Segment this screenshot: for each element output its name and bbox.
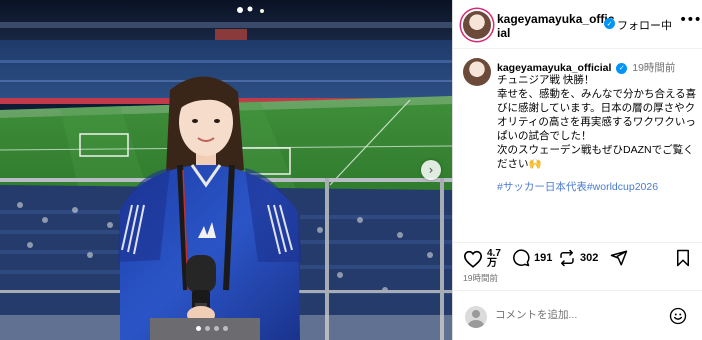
post-side-panel: kageyamayuka_official ✓ フォロー中 ••• kageya… (452, 0, 702, 340)
carousel-dot (196, 326, 201, 331)
comment-count[interactable]: 191 (534, 252, 552, 264)
share-button[interactable] (610, 249, 628, 267)
chevron-right-icon: › (428, 163, 434, 177)
follow-status-button[interactable]: フォロー中 (617, 17, 672, 33)
carousel-next-button[interactable]: › (421, 160, 441, 180)
hashtag-text[interactable]: #サッカー日本代表#worldcup2026 (497, 181, 658, 193)
heart-icon (463, 250, 483, 268)
repost-count[interactable]: 302 (580, 252, 598, 264)
like-button[interactable]: 4.7 万 (463, 249, 501, 269)
header-username[interactable]: kageyamayuka_official (497, 12, 617, 40)
post-photo[interactable]: › (0, 0, 452, 340)
carousel-dot (214, 326, 219, 331)
hashtag-links[interactable]: #サッカー日本代表#worldcup2026 (497, 179, 658, 194)
save-button[interactable] (675, 249, 691, 267)
carousel-dot (223, 326, 228, 331)
caption-text: チュニジア戦 快勝！ 幸せを、感動を、みんなで分かち合える喜びに感謝しています。… (497, 74, 697, 170)
like-count[interactable]: 4.7 万 (487, 249, 501, 269)
avatar[interactable] (463, 58, 491, 86)
verified-badge-icon: ✓ (604, 18, 615, 29)
comment-composer (453, 290, 702, 340)
comment-button[interactable]: 191 (512, 249, 552, 267)
send-icon (610, 250, 628, 266)
comment-input[interactable] (495, 309, 655, 321)
repost-button[interactable]: 302 (558, 249, 598, 267)
bookmark-icon (677, 249, 689, 267)
post-timestamp: 19時間前 (463, 273, 498, 283)
stadium-photo (0, 0, 452, 340)
avatar (465, 306, 487, 328)
carousel-dot (205, 326, 210, 331)
avatar[interactable] (463, 11, 491, 39)
more-options-icon[interactable]: ••• (679, 12, 702, 28)
emoji-button[interactable] (669, 307, 687, 329)
action-bar: 4.7 万 191 302 (453, 242, 702, 272)
carousel-dots (196, 326, 228, 331)
comment-icon (513, 249, 530, 267)
smiley-icon (669, 307, 687, 325)
post-header: kageyamayuka_official ✓ フォロー中 ••• (453, 0, 702, 49)
repost-icon (560, 249, 574, 267)
